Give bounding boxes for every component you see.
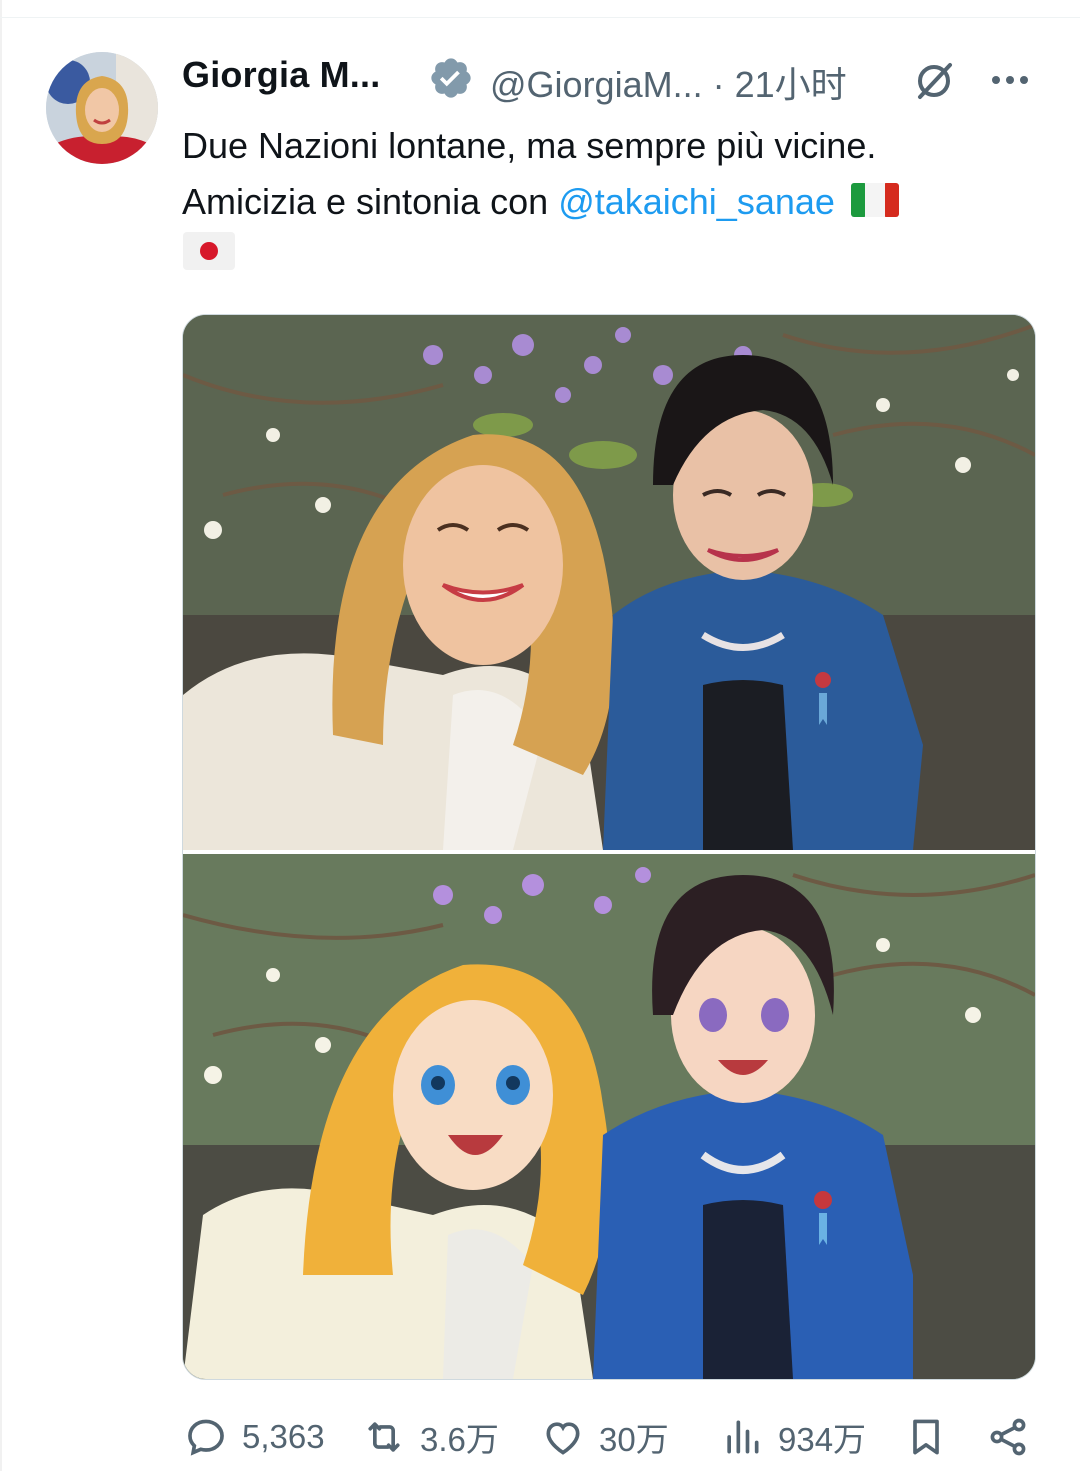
post-time[interactable]: · 21小时 [713,64,847,105]
tweet-text: Due Nazioni lontane, ma sempre più vicin… [182,118,1042,230]
tweet-text-prefix: Amicizia e sintonia con [182,181,549,222]
like-button[interactable]: 30万 [541,1405,669,1469]
views-button[interactable]: 934万 [720,1405,866,1469]
top-photo[interactable] [183,315,1035,850]
author-handle-and-time[interactable]: @GiorgiaM... · 21小时 [490,56,847,108]
reply-count: 5,363 [242,1418,325,1455]
heart-icon [546,1422,580,1455]
views-icon [727,1420,759,1454]
bottom-illustration[interactable] [183,854,1035,1379]
bookmark-button[interactable] [904,1405,962,1469]
flag-japan-icon [183,232,235,270]
retweet-count: 3.6万 [420,1421,499,1458]
tweet-text-line-2: Amicizia e sintonia con @takaichi_sanae [182,174,1042,230]
reply-icon [188,1419,224,1456]
bookmark-icon [913,1419,939,1455]
top-divider [0,17,1080,18]
share-icon [990,1418,1026,1456]
media-image[interactable] [182,314,1036,1380]
tweet-text-line-1: Due Nazioni lontane, ma sempre più vicin… [182,125,877,166]
more-icon[interactable] [985,62,1035,98]
retweet-button[interactable]: 3.6万 [362,1405,499,1469]
grok-icon[interactable] [910,57,958,105]
mention-link[interactable]: @takaichi_sanae [558,181,835,222]
like-count: 30万 [599,1421,669,1458]
left-border [0,0,2,1471]
flag-italy-icon [850,183,899,218]
views-count: 934万 [778,1421,867,1458]
action-bar: 5,363 3.6万 30万 934万 [0,1405,1080,1471]
author-name[interactable]: Giorgia M... [182,54,380,96]
author-handle[interactable]: @GiorgiaM... [490,64,703,105]
reply-button[interactable]: 5,363 [184,1405,325,1469]
verified-badge-icon [431,58,471,98]
share-button[interactable] [986,1405,1044,1469]
retweet-icon [368,1422,400,1452]
avatar[interactable] [46,52,158,164]
